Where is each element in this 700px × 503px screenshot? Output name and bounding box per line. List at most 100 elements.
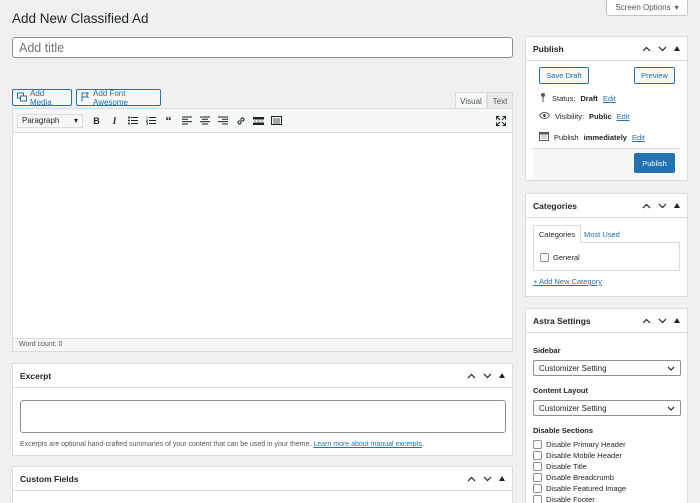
excerpt-help-link[interactable]: Learn more about manual excerpts bbox=[313, 441, 422, 448]
media-icon bbox=[17, 92, 27, 104]
chevron-up-icon[interactable] bbox=[642, 203, 651, 209]
checkbox[interactable] bbox=[533, 495, 542, 503]
collapse-arrow-icon[interactable] bbox=[674, 203, 680, 208]
chevron-down-icon[interactable] bbox=[483, 476, 492, 482]
excerpt-help-text: Excerpts are optional hand-crafted summa… bbox=[20, 441, 312, 448]
status-label: Status: bbox=[552, 93, 576, 103]
collapse-arrow-icon[interactable] bbox=[674, 46, 680, 51]
status-edit-link[interactable]: Edit bbox=[603, 94, 616, 103]
checkbox-label: Disable Breadcrumb bbox=[546, 473, 614, 482]
checkbox-label: Disable Primary Header bbox=[546, 440, 626, 449]
astra-settings-box: Astra Settings Sidebar Customizer Settin… bbox=[525, 308, 688, 503]
tab-most-used[interactable]: Most Used bbox=[584, 225, 620, 243]
blockquote-icon[interactable]: “ bbox=[161, 113, 176, 128]
status-row: Status: Draft Edit bbox=[539, 92, 616, 104]
excerpt-help: Excerpts are optional hand-crafted summa… bbox=[20, 441, 424, 448]
categories-box: Categories Categories Most Used General … bbox=[525, 193, 688, 297]
tab-categories[interactable]: Categories bbox=[533, 225, 581, 243]
tab-text-label: Text bbox=[492, 96, 508, 106]
read-more-icon[interactable] bbox=[251, 113, 266, 128]
chevron-up-icon[interactable] bbox=[642, 318, 651, 324]
add-media-label: Add Media bbox=[30, 88, 52, 107]
checkbox[interactable] bbox=[533, 462, 542, 471]
disable-sections-label: Disable Sections bbox=[533, 426, 594, 435]
disable-featured-image[interactable]: Disable Featured Image bbox=[533, 483, 626, 494]
save-draft-label: Save Draft bbox=[546, 71, 582, 80]
visibility-label: Visibility: bbox=[555, 112, 585, 121]
screen-options-button[interactable]: Screen Options ▾ bbox=[606, 0, 688, 16]
category-general[interactable]: General bbox=[540, 252, 580, 263]
tab-text[interactable]: Text bbox=[487, 92, 513, 109]
content-layout-label: Content Layout bbox=[533, 386, 588, 395]
disable-primary-header[interactable]: Disable Primary Header bbox=[533, 439, 626, 450]
collapse-arrow-icon[interactable] bbox=[499, 476, 505, 481]
toolbar-toggle-icon[interactable] bbox=[269, 113, 284, 128]
sidebar-select[interactable]: Customizer Setting bbox=[533, 360, 681, 376]
disable-mobile-header[interactable]: Disable Mobile Header bbox=[533, 450, 626, 461]
eye-icon bbox=[538, 111, 551, 121]
chevron-up-icon[interactable] bbox=[467, 476, 476, 482]
caret-down-icon: ▾ bbox=[674, 2, 679, 12]
chevron-down-icon[interactable] bbox=[658, 318, 667, 324]
disable-footer[interactable]: Disable Footer bbox=[533, 494, 626, 503]
disable-title[interactable]: Disable Title bbox=[533, 461, 626, 472]
excerpt-title: Excerpt bbox=[20, 370, 52, 381]
content-layout-select-value: Customizer Setting bbox=[539, 403, 607, 413]
checkbox[interactable] bbox=[533, 473, 542, 482]
format-select-value: Paragraph bbox=[22, 116, 60, 125]
title-input[interactable] bbox=[12, 37, 513, 58]
publish-title: Publish bbox=[533, 43, 564, 54]
chevron-down-icon[interactable] bbox=[658, 203, 667, 209]
publish-date-row: Publish immediately Edit bbox=[539, 131, 645, 143]
disable-breadcrumb[interactable]: Disable Breadcrumb bbox=[533, 472, 626, 483]
chevron-down-icon[interactable] bbox=[658, 46, 667, 52]
align-right-icon[interactable] bbox=[215, 113, 230, 128]
publish-header[interactable]: Publish bbox=[526, 37, 687, 61]
chevron-up-icon[interactable] bbox=[467, 373, 476, 379]
align-center-icon[interactable] bbox=[197, 113, 212, 128]
link-icon[interactable] bbox=[233, 113, 248, 128]
publish-button[interactable]: Publish bbox=[634, 153, 675, 173]
bold-icon[interactable]: B bbox=[89, 113, 104, 128]
add-new-category-link[interactable]: + Add New Category bbox=[533, 277, 602, 286]
tab-visual-label: Visual bbox=[460, 96, 482, 106]
astra-settings-header[interactable]: Astra Settings bbox=[526, 309, 687, 333]
tab-most-used-label: Most Used bbox=[584, 229, 620, 239]
page-title: Add New Classified Ad bbox=[12, 11, 149, 26]
tab-visual[interactable]: Visual bbox=[455, 92, 487, 109]
content-editor: Paragraph ▾ B I “ Word count: 0 bbox=[12, 108, 513, 352]
custom-fields-header[interactable]: Custom Fields bbox=[13, 467, 512, 491]
tab-categories-label: Categories bbox=[538, 230, 576, 239]
preview-button[interactable]: Preview bbox=[634, 67, 675, 84]
fullscreen-icon[interactable] bbox=[493, 113, 508, 128]
collapse-arrow-icon[interactable] bbox=[499, 373, 505, 378]
checkbox[interactable] bbox=[533, 440, 542, 449]
chevron-down-icon[interactable] bbox=[483, 373, 492, 379]
chevron-down-icon bbox=[667, 364, 675, 373]
format-select[interactable]: Paragraph ▾ bbox=[17, 113, 83, 128]
align-left-icon[interactable] bbox=[179, 113, 194, 128]
checkbox[interactable] bbox=[533, 484, 542, 493]
bullet-list-icon[interactable] bbox=[125, 113, 140, 128]
checkbox-label: Disable Title bbox=[546, 462, 587, 471]
publish-label: Publish bbox=[554, 132, 579, 142]
categories-header[interactable]: Categories bbox=[526, 194, 687, 218]
numbered-list-icon[interactable] bbox=[143, 113, 158, 128]
add-font-awesome-button[interactable]: Add Font Awesome bbox=[76, 89, 161, 107]
italic-icon[interactable]: I bbox=[107, 113, 122, 128]
excerpt-textarea[interactable] bbox=[20, 400, 506, 433]
checkbox[interactable] bbox=[533, 451, 542, 460]
categories-list: General bbox=[533, 242, 680, 271]
add-media-button[interactable]: Add Media bbox=[12, 88, 72, 107]
excerpt-header[interactable]: Excerpt bbox=[13, 364, 512, 388]
save-draft-button[interactable]: Save Draft bbox=[539, 67, 589, 84]
collapse-arrow-icon[interactable] bbox=[674, 318, 680, 323]
visibility-edit-link[interactable]: Edit bbox=[617, 112, 630, 121]
disable-sections-list: Disable Primary Header Disable Mobile He… bbox=[533, 439, 626, 503]
publish-date-edit-link[interactable]: Edit bbox=[632, 133, 645, 142]
chevron-up-icon[interactable] bbox=[642, 46, 651, 52]
content-layout-select[interactable]: Customizer Setting bbox=[533, 400, 681, 416]
category-checkbox[interactable] bbox=[540, 253, 549, 262]
publish-button-label: Publish bbox=[642, 158, 667, 168]
word-count: Word count: 0 bbox=[13, 338, 512, 351]
